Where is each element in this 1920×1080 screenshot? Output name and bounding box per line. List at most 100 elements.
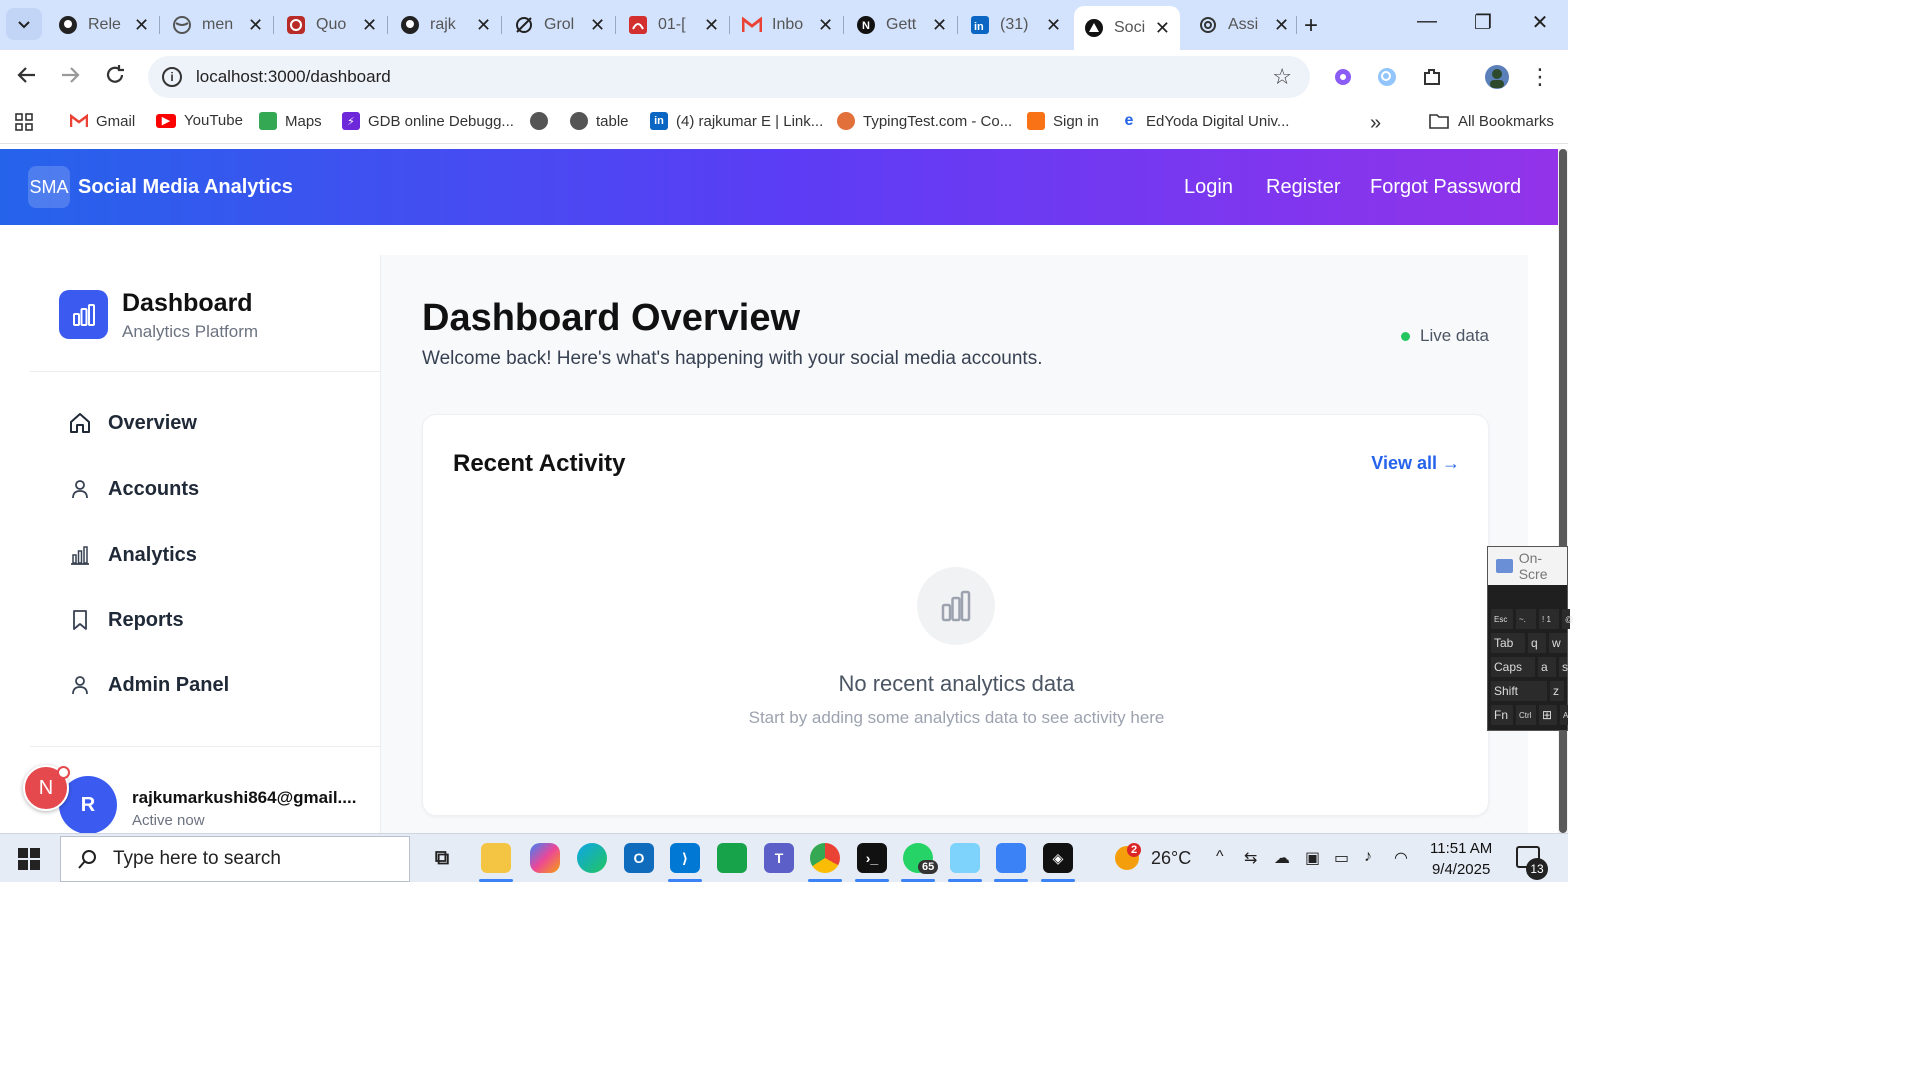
browser-tab[interactable]: rajk ✕ (390, 8, 501, 42)
browser-tab[interactable]: Grol ✕ (504, 8, 615, 42)
usb-icon[interactable]: ⇆ (1244, 848, 1257, 868)
osk-key[interactable]: q (1528, 633, 1546, 653)
browser-tab[interactable]: in (31) ✕ (960, 8, 1071, 42)
browser-tab-active[interactable]: Soci ✕ (1074, 6, 1180, 50)
task-view-icon[interactable]: ⧉ (427, 843, 457, 873)
osk-key[interactable]: Tab (1491, 633, 1525, 653)
osk-key[interactable]: Caps (1491, 657, 1535, 677)
edge-icon[interactable] (577, 843, 607, 873)
device-icon[interactable]: ▣ (1305, 848, 1320, 868)
close-icon[interactable]: ✕ (590, 15, 605, 36)
windows-key-icon[interactable]: ⊞ (1539, 705, 1557, 725)
osk-key[interactable]: Fn (1491, 705, 1513, 725)
taskbar-search-input[interactable]: Type here to search (60, 836, 410, 882)
osk-titlebar[interactable]: On-Scre (1488, 547, 1567, 585)
bookmark-globe[interactable] (530, 112, 556, 130)
app-title[interactable]: Social Media Analytics (78, 176, 293, 199)
profile-avatar-icon[interactable] (1484, 64, 1510, 90)
close-icon[interactable]: ✕ (1155, 18, 1170, 39)
reload-button[interactable] (101, 64, 129, 92)
app-logo[interactable]: SMA (28, 166, 70, 208)
url-text[interactable]: localhost:3000/dashboard (196, 67, 391, 87)
bookmark-youtube[interactable]: ▶ YouTube (156, 112, 243, 129)
extension-gear-icon[interactable] (1330, 64, 1356, 90)
restore-button[interactable]: ❐ (1469, 10, 1497, 35)
close-icon[interactable]: ✕ (1274, 15, 1289, 36)
nav-register[interactable]: Register (1266, 176, 1340, 199)
sidebar-item-reports[interactable]: Reports (68, 608, 184, 632)
osk-key[interactable]: w (1549, 633, 1567, 653)
extensions-puzzle-icon[interactable] (1419, 64, 1445, 90)
browser-tab[interactable]: Inbo ✕ (732, 8, 843, 42)
bookmark-typingtest[interactable]: TypingTest.com - Co... (837, 112, 1012, 130)
system-clock[interactable]: 11:51 AM 9/4/2025 (1430, 838, 1492, 880)
chrome-icon[interactable] (810, 843, 840, 873)
bookmark-signin[interactable]: Sign in (1027, 112, 1099, 130)
osk-key[interactable]: Esc (1491, 609, 1513, 629)
bookmark-gdb[interactable]: ⚡ GDB online Debugg... (342, 112, 514, 130)
osk-key[interactable]: z (1550, 681, 1564, 701)
close-icon[interactable]: ✕ (932, 15, 947, 36)
nav-login[interactable]: Login (1184, 176, 1233, 199)
outlook-icon[interactable]: O (624, 843, 654, 873)
bookmarks-overflow-button[interactable]: » (1370, 112, 1381, 135)
terminal-icon[interactable]: ›_ (857, 843, 887, 873)
app-cube-icon[interactable]: ◈ (1043, 843, 1073, 873)
vscode-icon[interactable]: ⟩ (670, 843, 700, 873)
osk-key[interactable]: A (1560, 705, 1568, 725)
file-explorer-icon[interactable] (481, 843, 511, 873)
info-icon[interactable]: i (162, 67, 182, 87)
osk-key[interactable]: @ (1562, 609, 1573, 629)
windows-start-icon[interactable] (18, 848, 40, 875)
address-bar[interactable]: i localhost:3000/dashboard ☆ (148, 56, 1310, 98)
browser-tab[interactable]: men ✕ (162, 8, 273, 42)
osk-key[interactable]: Ctrl (1516, 705, 1536, 725)
nav-forgot-password[interactable]: Forgot Password (1370, 176, 1521, 199)
sidebar-item-overview[interactable]: Overview (68, 411, 197, 435)
browser-tab[interactable]: Assi ✕ (1188, 8, 1299, 42)
bookmark-linkedin[interactable]: in (4) rajkumar E | Link... (650, 112, 823, 130)
close-icon[interactable]: ✕ (1046, 15, 1061, 36)
osk-key[interactable]: a (1538, 657, 1556, 677)
window-close-button[interactable]: ✕ (1526, 10, 1554, 35)
battery-icon[interactable]: ▭ (1334, 848, 1349, 868)
meet-icon[interactable] (717, 843, 747, 873)
browser-tab[interactable]: N Gett ✕ (846, 8, 957, 42)
close-icon[interactable]: ✕ (476, 15, 491, 36)
sidebar-item-admin-panel[interactable]: Admin Panel (68, 673, 229, 697)
extension-search-icon[interactable] (1374, 64, 1400, 90)
close-icon[interactable]: ✕ (704, 15, 719, 36)
copilot-icon[interactable] (530, 843, 560, 873)
browser-menu-icon[interactable]: ⋮ (1527, 64, 1553, 90)
osk-key[interactable]: ! 1 (1539, 609, 1559, 629)
notepad-icon[interactable] (950, 843, 980, 873)
all-bookmarks-button[interactable]: All Bookmarks (1428, 112, 1554, 130)
bookmark-maps[interactable]: Maps (259, 112, 322, 130)
browser-tab[interactable]: 01-[ ✕ (618, 8, 729, 42)
volume-icon[interactable]: ♪ (1364, 848, 1372, 866)
close-icon[interactable]: ✕ (248, 15, 263, 36)
on-screen-keyboard[interactable]: On-Scre Esc ~. ! 1 @ Tab q w Caps a s Sh… (1487, 546, 1573, 731)
osk-key[interactable]: ~. (1516, 609, 1536, 629)
apps-grid-icon[interactable] (14, 112, 34, 132)
browser-tab[interactable]: Quo ✕ (276, 8, 387, 42)
view-all-link[interactable]: View all → (1371, 453, 1460, 474)
osk-key[interactable]: s (1559, 657, 1568, 677)
sidebar-item-analytics[interactable]: Analytics (68, 543, 197, 567)
wifi-icon[interactable]: ◠ (1394, 848, 1408, 868)
bookmark-edyoda[interactable]: e EdYoda Digital Univ... (1120, 112, 1289, 130)
bookmark-table[interactable]: table (570, 112, 629, 130)
back-button[interactable] (13, 64, 41, 92)
sidebar-item-accounts[interactable]: Accounts (68, 477, 199, 501)
remote-desktop-icon[interactable] (996, 843, 1026, 873)
tab-search-button[interactable] (6, 8, 42, 40)
browser-tab[interactable]: Rele ✕ (48, 8, 159, 42)
bookmark-gmail[interactable]: Gmail (70, 112, 135, 130)
close-icon[interactable]: ✕ (362, 15, 377, 36)
chevron-up-icon[interactable]: ^ (1216, 848, 1224, 866)
close-icon[interactable]: ✕ (818, 15, 833, 36)
star-icon[interactable]: ☆ (1272, 64, 1292, 90)
minimize-button[interactable]: — (1413, 10, 1441, 33)
new-tab-button[interactable]: + (1304, 12, 1318, 40)
cloud-icon[interactable]: ☁ (1274, 848, 1290, 868)
